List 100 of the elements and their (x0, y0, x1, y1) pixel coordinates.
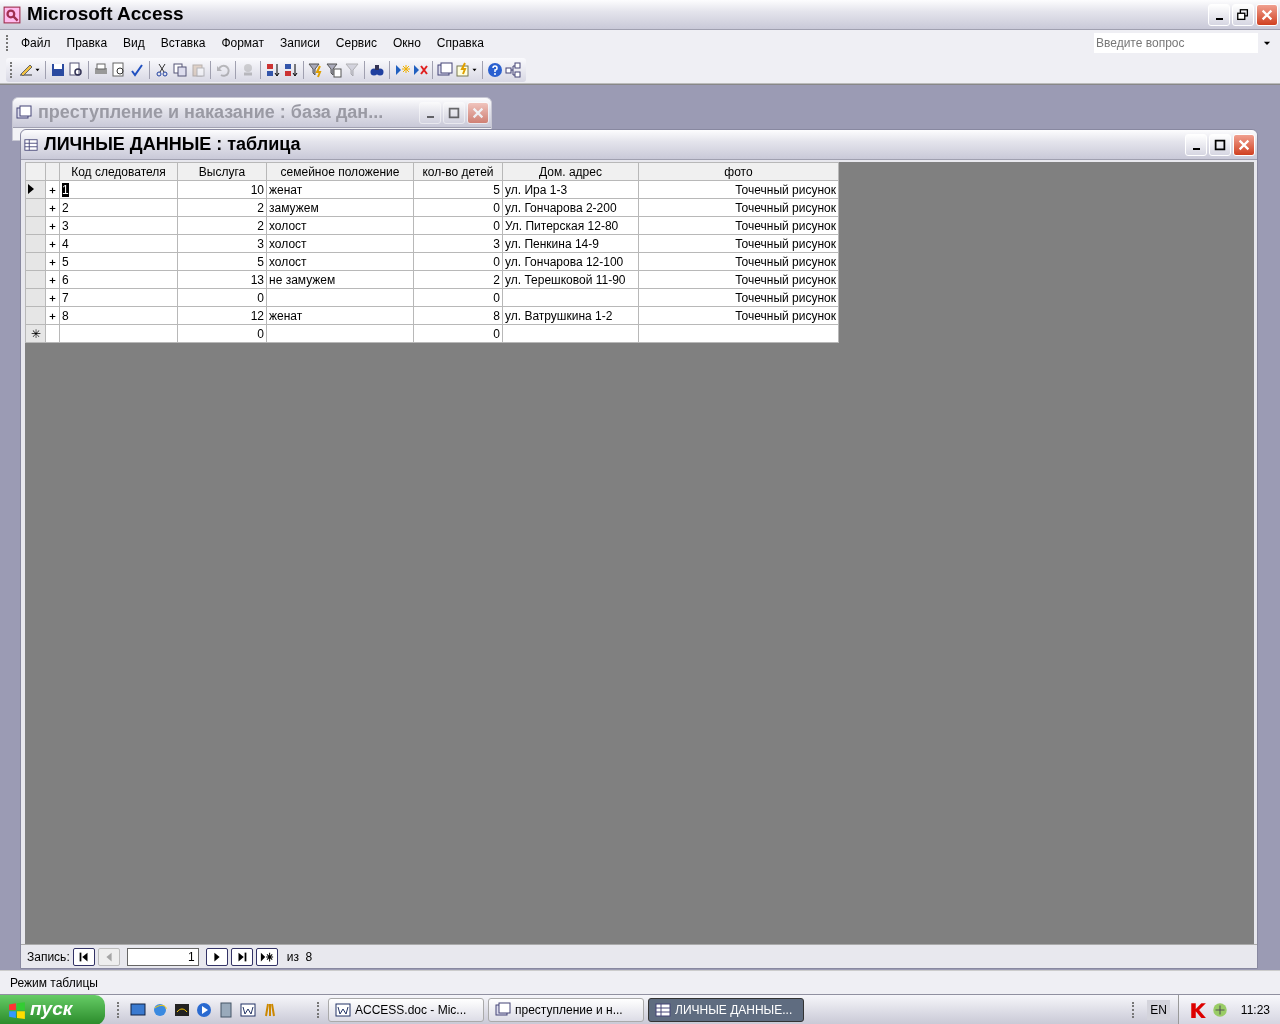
expand-plus-icon[interactable] (48, 275, 57, 285)
maximize-button[interactable] (1209, 133, 1231, 156)
expand-plus-icon[interactable] (48, 221, 57, 231)
column-header[interactable]: кол-во детей (413, 162, 503, 181)
table-cell: Точечный рисунок (638, 288, 839, 307)
last-record-button[interactable] (230, 947, 253, 966)
menu-item[interactable]: Файл (13, 32, 59, 54)
table-cell: 2 (177, 216, 267, 235)
column-header[interactable]: семейное положение (266, 162, 414, 181)
globe-e-icon[interactable] (152, 1001, 168, 1018)
status-text: Режим таблицы (10, 974, 98, 992)
menu-item[interactable]: Вставка (152, 32, 214, 54)
close-icon (471, 105, 485, 120)
dropdown-arrow-icon (34, 67, 41, 72)
expand-plus-icon[interactable] (48, 203, 57, 213)
table-cell: женат (266, 180, 414, 199)
minimize-icon (1215, 17, 1223, 20)
minimize-button[interactable] (1208, 3, 1230, 26)
menu-item[interactable]: Правка (58, 32, 116, 54)
windows-icon (437, 61, 453, 78)
key-icon (3, 5, 21, 24)
expand-plus-icon[interactable] (48, 239, 57, 249)
table-cell: ул. Гончарова 2-200 (502, 198, 639, 217)
expand-plus-icon[interactable] (48, 257, 57, 267)
filter-form-icon (326, 61, 342, 78)
column-header[interactable]: Код следователя (59, 162, 178, 181)
table-cell: Точечный рисунок (638, 270, 839, 289)
table-cell: холост (266, 252, 414, 271)
close-button[interactable] (1256, 3, 1278, 26)
minimize-button[interactable] (1185, 133, 1207, 156)
next-record-button[interactable] (205, 947, 228, 966)
filter-icon (344, 61, 360, 78)
new-object-icon (455, 61, 471, 78)
menu-item[interactable]: Справка (428, 32, 492, 54)
table-cell: холост (266, 234, 414, 253)
expand-plus-icon[interactable] (48, 293, 57, 303)
help-icon (487, 61, 503, 78)
menu-item[interactable]: Записи (272, 32, 328, 54)
clock: 11:23 (1240, 1001, 1270, 1019)
windows-flag-icon (8, 1000, 26, 1019)
paste-icon (190, 61, 206, 78)
table-cell: 0 (413, 216, 503, 235)
column-header[interactable]: Выслуга (177, 162, 267, 181)
table-cell: ул. Ира 1-3 (502, 180, 639, 199)
table-cell: 4 (59, 234, 178, 253)
calculator-icon[interactable] (218, 1001, 234, 1018)
k-shield-icon[interactable] (1188, 1000, 1207, 1019)
menu-item[interactable]: Окно (384, 32, 429, 54)
menu-item[interactable]: Сервис (327, 32, 385, 54)
maximize-icon (1213, 137, 1227, 152)
table-cell: 5 (413, 180, 503, 199)
table-cell: 13 (177, 270, 267, 289)
restore-button[interactable] (1232, 3, 1254, 26)
table-cell: 5 (177, 252, 267, 271)
close-button[interactable] (467, 101, 489, 124)
table-cell: 3 (59, 216, 178, 235)
desktop-icon[interactable] (130, 1001, 146, 1018)
relationships-button[interactable] (504, 59, 522, 80)
table-cell: Точечный рисунок (638, 252, 839, 271)
expand-plus-icon[interactable] (48, 311, 57, 321)
new-record-button[interactable] (255, 947, 278, 966)
table-cell: ул. Ватрушкина 1-2 (502, 306, 639, 325)
table-cell: Точечный рисунок (638, 306, 839, 325)
menu-item[interactable]: Вид (115, 32, 153, 54)
first-record-button[interactable] (72, 947, 95, 966)
table-cell: холост (266, 216, 414, 235)
taskbar-button[interactable]: ACCESS.doc - Mic... (328, 997, 484, 1022)
expand-plus-icon[interactable] (48, 185, 57, 195)
table-cell: 2 (177, 198, 267, 217)
table-cell: 2 (413, 270, 503, 289)
table-icon (655, 1001, 671, 1018)
sort-ascending-icon (265, 61, 281, 78)
window-title: ЛИЧНЫЕ ДАННЫЕ : таблица (44, 133, 302, 156)
language-indicator[interactable]: EN (1147, 999, 1170, 1020)
table-cell: ул. Пенкина 14-9 (502, 234, 639, 253)
taskbar-button[interactable]: ЛИЧНЫЕ ДАННЫЕ... (648, 997, 804, 1022)
table-cell: 12 (177, 306, 267, 325)
table-cell: 2 (59, 198, 178, 217)
window-title: преступление и наказание : база дан... (38, 101, 385, 124)
database-window-icon (495, 1001, 511, 1018)
column-header[interactable]: Дом. адрес (502, 162, 639, 181)
play-icon[interactable] (196, 1001, 212, 1018)
menu-item[interactable]: Формат (213, 32, 273, 54)
table-cell: 5 (59, 252, 178, 271)
word-document-icon[interactable] (240, 1001, 256, 1018)
help-search-field[interactable]: Введите вопрос (1094, 33, 1258, 53)
table-cell: 0 (177, 288, 267, 307)
record-label: Запись: (27, 948, 70, 966)
column-header[interactable]: фото (638, 162, 839, 181)
relationships-icon (505, 61, 521, 78)
network-icon[interactable] (1210, 1000, 1229, 1019)
monitor-icon[interactable] (174, 1001, 190, 1018)
table-cell: 8 (413, 306, 503, 325)
table-cell: 0 (413, 198, 503, 217)
taskbar-button[interactable]: преступление и н... (488, 997, 644, 1022)
print-preview-icon (111, 61, 127, 78)
table-cell: Точечный рисунок (638, 198, 839, 217)
record-number-field[interactable]: 1 (126, 947, 199, 966)
table-cell: 0 (413, 252, 503, 271)
close-button[interactable] (1233, 133, 1255, 156)
